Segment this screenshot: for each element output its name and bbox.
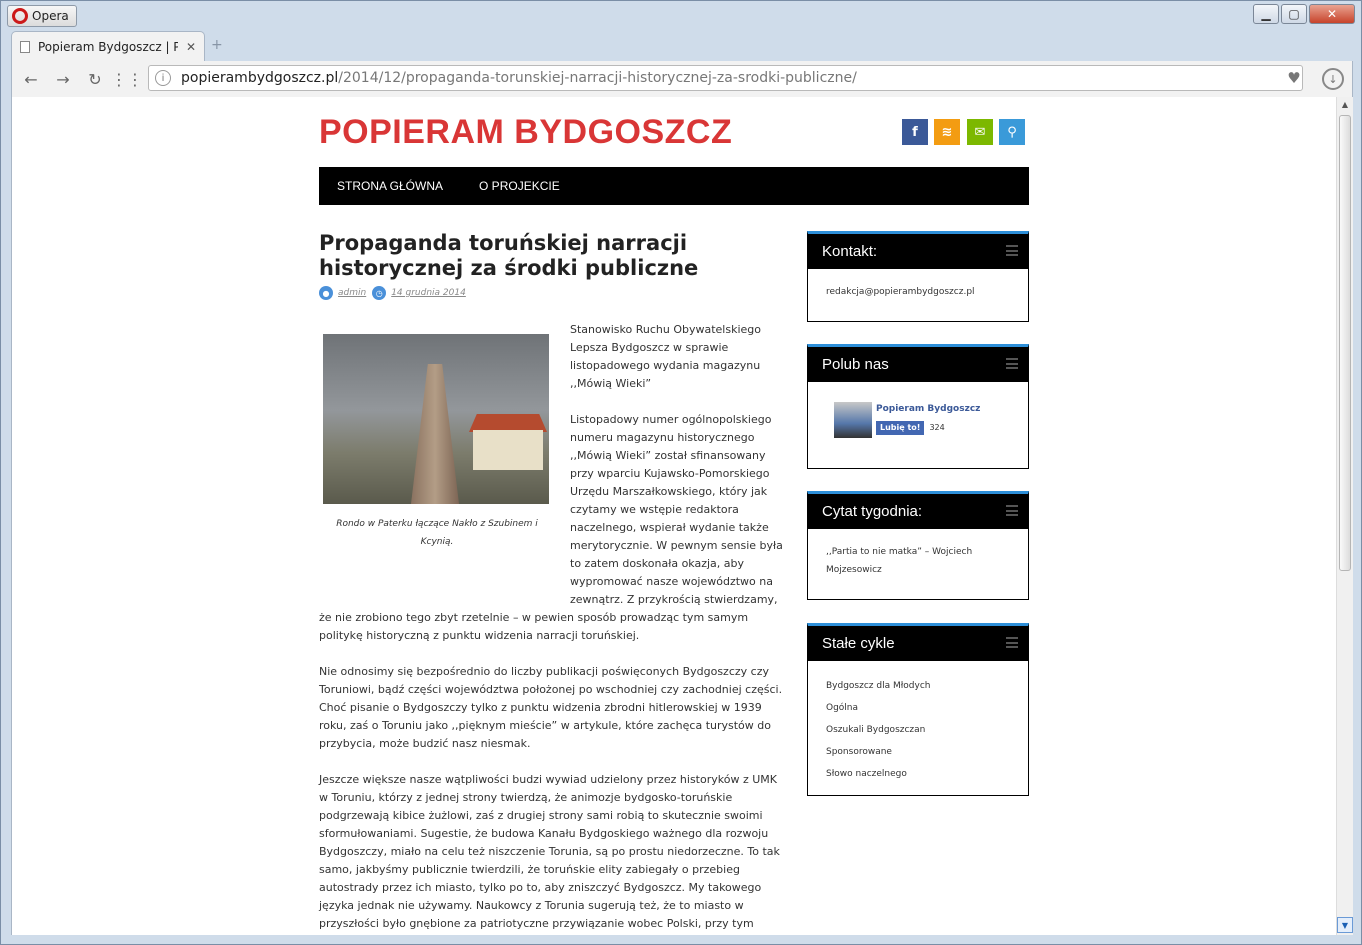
tab-bar: Popieram Bydgoszcz | Propaganda toruński… <box>1 29 1361 61</box>
like-count: 324 <box>929 423 945 432</box>
back-icon[interactable]: ← <box>20 68 42 90</box>
opera-menu-button[interactable]: Opera <box>7 5 77 27</box>
page-viewport: POPIERAM BYDGOSZCZ f ≋ ✉ ⚲ STRONA GŁÓWNA… <box>11 97 1336 935</box>
post-content: Stanowisko Ruchu Obywatelskiego Lepsza B… <box>319 321 785 935</box>
speed-dial-icon[interactable]: ⋮⋮ <box>111 68 143 90</box>
widget-cycles: Stałe cykle Bydgoszcz dla Młodych Ogólna… <box>807 623 1029 796</box>
paragraph: Jeszcze większe nasze wątpliwości budzi … <box>319 773 780 930</box>
scroll-thumb[interactable] <box>1339 115 1351 571</box>
category-link[interactable]: Oszukali Bydgoszczan <box>826 719 1010 741</box>
tab-close-icon[interactable]: ✕ <box>186 40 196 54</box>
title-bar: Opera ▁ ▢ ✕ <box>1 1 1361 31</box>
scroll-down-icon[interactable]: ▼ <box>1337 917 1353 933</box>
widget-title: Polub nas <box>808 347 1028 382</box>
toolbar: ← → ↻ ⋮⋮ i popierambydgoszcz.pl/2014/12/… <box>11 61 1353 97</box>
nav-item-about[interactable]: O PROJEKCIE <box>461 179 578 193</box>
heart-icon[interactable]: ♥ <box>1282 69 1306 89</box>
new-tab-button[interactable]: + <box>211 37 223 53</box>
category-link[interactable]: Ogólna <box>826 697 1010 719</box>
site-info-icon[interactable]: i <box>155 70 171 86</box>
tab-active[interactable]: Popieram Bydgoszcz | Propaganda toruński… <box>11 31 205 61</box>
post-title: Propaganda toruńskiej narracji historycz… <box>319 231 699 280</box>
post-author-link[interactable]: admin <box>338 288 366 298</box>
widget-quote: Cytat tygodnia: ,,Partia to nie matka” –… <box>807 491 1029 600</box>
menu-icon <box>1006 637 1018 648</box>
download-icon[interactable]: ↓ <box>1322 68 1344 90</box>
post-meta: ● admin ◷ 14 grudnia 2014 <box>319 286 472 300</box>
reload-icon[interactable]: ↻ <box>84 68 106 90</box>
search-icon[interactable]: ⚲ <box>999 119 1025 145</box>
user-icon: ● <box>319 286 333 300</box>
main-nav: STRONA GŁÓWNA O PROJEKCIE <box>319 167 1029 205</box>
widget-like: Polub nas Popieram Bydgoszcz Lubię to! 3… <box>807 344 1029 469</box>
facebook-like-box: Popieram Bydgoszcz Lubię to! 324 <box>826 402 1010 438</box>
url-host: popierambydgoszcz.pl <box>181 70 339 86</box>
contact-email[interactable]: redakcja@popierambydgoszcz.pl <box>826 287 975 297</box>
post-date-link[interactable]: 14 grudnia 2014 <box>391 288 466 298</box>
nav-item-home[interactable]: STRONA GŁÓWNA <box>319 179 461 193</box>
widget-title: Stałe cykle <box>808 626 1028 661</box>
menu-icon <box>1006 505 1018 516</box>
document-icon <box>20 40 30 53</box>
forward-icon[interactable]: → <box>52 68 74 90</box>
like-button[interactable]: Lubię to! <box>876 421 925 435</box>
clock-icon: ◷ <box>372 286 387 300</box>
app-name: Opera <box>32 9 69 23</box>
mail-icon[interactable]: ✉ <box>967 119 993 145</box>
widget-contact: Kontakt: redakcja@popierambydgoszcz.pl <box>807 231 1029 322</box>
minimize-button[interactable]: ▁ <box>1253 4 1279 24</box>
quote-text: ,,Partia to nie matka” – Wojciech Mojzes… <box>826 547 973 575</box>
widget-title: Cytat tygodnia: <box>808 494 1028 529</box>
maximize-button[interactable]: ▢ <box>1281 4 1307 24</box>
paragraph: Nie odnosimy się bezpośrednio do liczby … <box>319 665 783 750</box>
site-title[interactable]: POPIERAM BYDGOSZCZ <box>319 113 732 152</box>
rss-icon[interactable]: ≋ <box>934 119 960 145</box>
vertical-scrollbar[interactable]: ▲ ▼ <box>1336 97 1353 935</box>
category-link[interactable]: Bydgoszcz dla Młodych <box>826 675 1010 697</box>
fb-page-name[interactable]: Popieram Bydgoszcz <box>876 402 980 416</box>
facebook-icon[interactable]: f <box>902 119 928 145</box>
category-link[interactable]: Słowo naczelnego <box>826 763 1010 785</box>
browser-window: Opera ▁ ▢ ✕ Popieram Bydgoszcz | Propaga… <box>0 0 1362 945</box>
url-path: /2014/12/propaganda-torunskiej-narracji-… <box>338 70 857 86</box>
widget-title: Kontakt: <box>808 234 1028 269</box>
close-window-button[interactable]: ✕ <box>1309 4 1355 24</box>
address-bar[interactable]: i popierambydgoszcz.pl/2014/12/propagand… <box>148 65 1303 91</box>
menu-icon <box>1006 245 1018 256</box>
scroll-up-icon[interactable]: ▲ <box>1337 97 1353 113</box>
category-link[interactable]: Sponsorowane <box>826 741 1010 763</box>
menu-icon <box>1006 358 1018 369</box>
page-avatar[interactable] <box>834 402 872 438</box>
tab-title: Popieram Bydgoszcz | Propaganda toruński… <box>38 39 178 54</box>
opera-logo-icon <box>12 8 28 24</box>
